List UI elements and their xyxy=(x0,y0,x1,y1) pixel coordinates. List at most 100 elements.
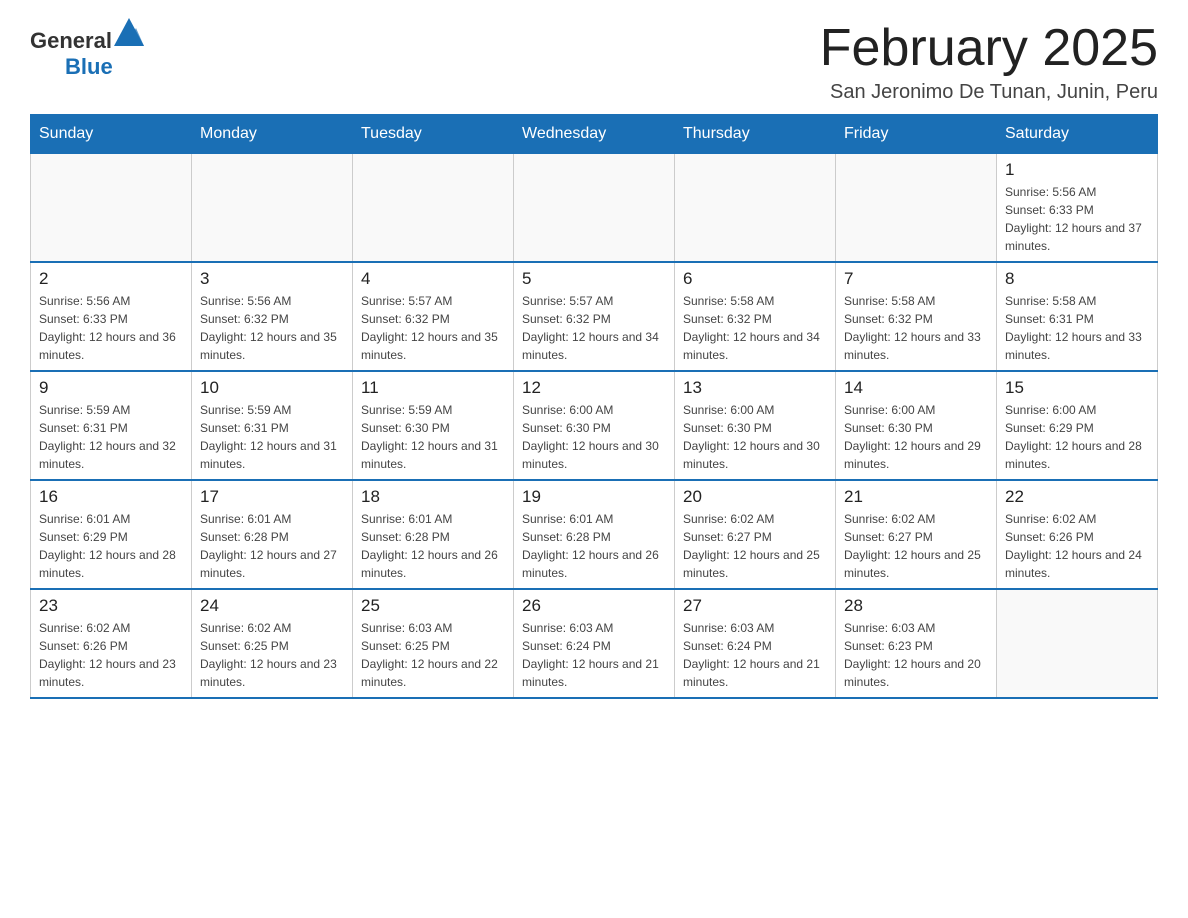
day-number: 6 xyxy=(683,269,827,289)
day-number: 27 xyxy=(683,596,827,616)
day-info: Sunrise: 5:59 AM Sunset: 6:31 PM Dayligh… xyxy=(39,401,183,473)
calendar-cell xyxy=(675,154,836,263)
day-number: 1 xyxy=(1005,160,1149,180)
calendar-week-row: 1Sunrise: 5:56 AM Sunset: 6:33 PM Daylig… xyxy=(31,154,1158,263)
calendar-cell xyxy=(31,154,192,263)
calendar-cell: 23 Sunrise: 6:02 AM Sunset: 6:26 PM Dayli… xyxy=(31,589,192,698)
day-info: Sunrise: 6:02 AM Sunset: 6:26 PM Dayligh… xyxy=(39,619,183,691)
page-header: GeneralBlue February 2025 San Jeronimo D… xyxy=(30,20,1158,104)
calendar-cell: 10 Sunrise: 5:59 AM Sunset: 6:31 PM Dayli… xyxy=(192,371,353,480)
day-info: Sunrise: 5:57 AM Sunset: 6:32 PM Dayligh… xyxy=(522,292,666,364)
calendar-cell: 14 Sunrise: 6:00 AM Sunset: 6:30 PM Dayli… xyxy=(836,371,997,480)
calendar-cell: 28 Sunrise: 6:03 AM Sunset: 6:23 PM Dayli… xyxy=(836,589,997,698)
calendar-cell: 27 Sunrise: 6:03 AM Sunset: 6:24 PM Dayli… xyxy=(675,589,836,698)
day-info: Sunrise: 6:01 AM Sunset: 6:29 PM Dayligh… xyxy=(39,510,183,582)
col-wednesday: Wednesday xyxy=(514,115,675,154)
day-number: 15 xyxy=(1005,378,1149,398)
day-number: 11 xyxy=(361,378,505,398)
day-number: 16 xyxy=(39,487,183,507)
day-number: 8 xyxy=(1005,269,1149,289)
day-number: 7 xyxy=(844,269,988,289)
calendar-cell: 26Sunrise: 6:03 AM Sunset: 6:24 PM Dayli… xyxy=(514,589,675,698)
calendar-cell: 13 Sunrise: 6:00 AM Sunset: 6:30 PM Dayli… xyxy=(675,371,836,480)
calendar-week-row: 9Sunrise: 5:59 AM Sunset: 6:31 PM Daylig… xyxy=(31,371,1158,480)
calendar-body: 1 Sunrise: 5:56 AM Sunset: 6:33 PM Daylig… xyxy=(31,154,1158,699)
day-info: Sunrise: 6:02 AM Sunset: 6:27 PM Dayligh… xyxy=(683,510,827,582)
calendar-cell: 3 Sunrise: 5:56 AM Sunset: 6:32 PM Daylig… xyxy=(192,262,353,371)
calendar-cell: 19 Sunrise: 6:01 AM Sunset: 6:28 PM Dayli… xyxy=(514,480,675,589)
calendar-cell: 8 Sunrise: 5:58 AM Sunset: 6:31 PM Daylig… xyxy=(997,262,1158,371)
calendar-cell: 18 Sunrise: 6:01 AM Sunset: 6:28 PM Dayli… xyxy=(353,480,514,589)
calendar-cell: 5 Sunrise: 5:57 AM Sunset: 6:32 PM Daylig… xyxy=(514,262,675,371)
day-number: 20 xyxy=(683,487,827,507)
calendar-cell xyxy=(192,154,353,263)
calendar-week-row: 16 Sunrise: 6:01 AM Sunset: 6:29 PM Dayli… xyxy=(31,480,1158,589)
logo-text: GeneralBlue xyxy=(30,20,146,80)
day-number: 3 xyxy=(200,269,344,289)
day-info: Sunrise: 6:00 AM Sunset: 6:30 PM Dayligh… xyxy=(683,401,827,473)
calendar-cell: 12 Sunrise: 6:00 AM Sunset: 6:30 PM Dayli… xyxy=(514,371,675,480)
calendar-cell xyxy=(836,154,997,263)
calendar-cell: 22 Sunrise: 6:02 AM Sunset: 6:26 PM Dayli… xyxy=(997,480,1158,589)
calendar-cell: 15 Sunrise: 6:00 AM Sunset: 6:29 PM Dayli… xyxy=(997,371,1158,480)
calendar-cell: 7 Sunrise: 5:58 AM Sunset: 6:32 PM Daylig… xyxy=(836,262,997,371)
day-info: Sunrise: 6:01 AM Sunset: 6:28 PM Dayligh… xyxy=(522,510,666,582)
day-number: 12 xyxy=(522,378,666,398)
day-number: 26 xyxy=(522,596,666,616)
calendar-cell: 25Sunrise: 6:03 AM Sunset: 6:25 PM Dayli… xyxy=(353,589,514,698)
day-number: 13 xyxy=(683,378,827,398)
calendar-cell: 17Sunrise: 6:01 AM Sunset: 6:28 PM Dayli… xyxy=(192,480,353,589)
calendar-cell xyxy=(997,589,1158,698)
day-info: Sunrise: 5:59 AM Sunset: 6:30 PM Dayligh… xyxy=(361,401,505,473)
calendar-cell: 6Sunrise: 5:58 AM Sunset: 6:32 PM Daylig… xyxy=(675,262,836,371)
day-info: Sunrise: 6:03 AM Sunset: 6:24 PM Dayligh… xyxy=(683,619,827,691)
calendar-week-row: 23 Sunrise: 6:02 AM Sunset: 6:26 PM Dayli… xyxy=(31,589,1158,698)
day-number: 21 xyxy=(844,487,988,507)
day-info: Sunrise: 5:58 AM Sunset: 6:32 PM Dayligh… xyxy=(844,292,988,364)
col-tuesday: Tuesday xyxy=(353,115,514,154)
day-number: 18 xyxy=(361,487,505,507)
day-info: Sunrise: 6:01 AM Sunset: 6:28 PM Dayligh… xyxy=(200,510,344,582)
day-number: 14 xyxy=(844,378,988,398)
day-info: Sunrise: 6:01 AM Sunset: 6:28 PM Dayligh… xyxy=(361,510,505,582)
calendar-cell: 1Sunrise: 5:56 AM Sunset: 6:33 PM Daylig… xyxy=(997,154,1158,263)
day-number: 22 xyxy=(1005,487,1149,507)
calendar-cell: 24Sunrise: 6:02 AM Sunset: 6:25 PM Dayli… xyxy=(192,589,353,698)
calendar-title: February 2025 xyxy=(820,20,1158,77)
logo-icon xyxy=(114,18,144,46)
calendar-cell: 11 Sunrise: 5:59 AM Sunset: 6:30 PM Dayli… xyxy=(353,371,514,480)
day-info: Sunrise: 6:00 AM Sunset: 6:30 PM Dayligh… xyxy=(522,401,666,473)
col-friday: Friday xyxy=(836,115,997,154)
day-number: 24 xyxy=(200,596,344,616)
day-number: 5 xyxy=(522,269,666,289)
day-number: 19 xyxy=(522,487,666,507)
col-sunday: Sunday xyxy=(31,115,192,154)
day-info: Sunrise: 5:56 AM Sunset: 6:33 PM Dayligh… xyxy=(39,292,183,364)
day-info: Sunrise: 5:59 AM Sunset: 6:31 PM Dayligh… xyxy=(200,401,344,473)
calendar-cell xyxy=(514,154,675,263)
calendar-table: Sunday Monday Tuesday Wednesday Thursday… xyxy=(30,114,1158,699)
day-info: Sunrise: 5:58 AM Sunset: 6:31 PM Dayligh… xyxy=(1005,292,1149,364)
calendar-cell: 2Sunrise: 5:56 AM Sunset: 6:33 PM Daylig… xyxy=(31,262,192,371)
title-section: February 2025 San Jeronimo De Tunan, Jun… xyxy=(820,20,1158,104)
day-info: Sunrise: 6:02 AM Sunset: 6:26 PM Dayligh… xyxy=(1005,510,1149,582)
day-info: Sunrise: 6:03 AM Sunset: 6:23 PM Dayligh… xyxy=(844,619,988,691)
calendar-header-row: Sunday Monday Tuesday Wednesday Thursday… xyxy=(31,115,1158,154)
day-info: Sunrise: 6:00 AM Sunset: 6:30 PM Dayligh… xyxy=(844,401,988,473)
col-thursday: Thursday xyxy=(675,115,836,154)
day-info: Sunrise: 6:02 AM Sunset: 6:27 PM Dayligh… xyxy=(844,510,988,582)
day-number: 28 xyxy=(844,596,988,616)
logo: GeneralBlue xyxy=(30,20,146,80)
day-info: Sunrise: 5:56 AM Sunset: 6:32 PM Dayligh… xyxy=(200,292,344,364)
calendar-cell: 4Sunrise: 5:57 AM Sunset: 6:32 PM Daylig… xyxy=(353,262,514,371)
calendar-cell: 16 Sunrise: 6:01 AM Sunset: 6:29 PM Dayli… xyxy=(31,480,192,589)
day-number: 23 xyxy=(39,596,183,616)
calendar-week-row: 2Sunrise: 5:56 AM Sunset: 6:33 PM Daylig… xyxy=(31,262,1158,371)
day-number: 25 xyxy=(361,596,505,616)
calendar-cell: 20 Sunrise: 6:02 AM Sunset: 6:27 PM Dayli… xyxy=(675,480,836,589)
day-number: 10 xyxy=(200,378,344,398)
day-number: 4 xyxy=(361,269,505,289)
col-saturday: Saturday xyxy=(997,115,1158,154)
calendar-subtitle: San Jeronimo De Tunan, Junin, Peru xyxy=(820,81,1158,104)
day-info: Sunrise: 6:00 AM Sunset: 6:29 PM Dayligh… xyxy=(1005,401,1149,473)
